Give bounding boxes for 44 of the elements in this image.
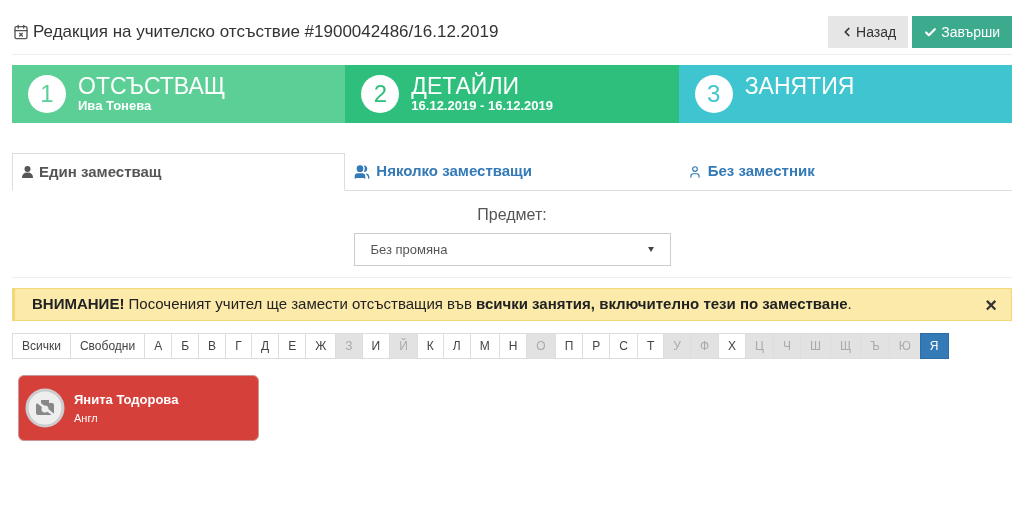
letter-filter[interactable]: В xyxy=(198,333,227,359)
tab[interactable]: Няколко заместващи xyxy=(345,153,679,190)
letter-filter[interactable]: Всички xyxy=(12,333,71,359)
calendar-icon xyxy=(13,24,29,40)
step-number: 2 xyxy=(361,75,400,113)
step-subtitle: Ива Тонева xyxy=(78,99,152,113)
step-title: ЗАНЯТИЯ xyxy=(744,73,855,99)
step-title: ОТСЪСТВАЩ xyxy=(78,73,226,99)
letter-filter[interactable]: Г xyxy=(225,333,253,359)
letter-filter[interactable]: Б xyxy=(171,333,199,359)
letter-filter[interactable]: С xyxy=(609,333,638,359)
close-button[interactable]: × xyxy=(985,294,997,315)
letter-filter[interactable]: А xyxy=(144,333,173,359)
letter-filter[interactable]: М xyxy=(469,333,500,359)
users-icon xyxy=(354,163,371,180)
teacher-card[interactable]: Янита Тодорова Англ xyxy=(18,375,259,441)
subject-select[interactable]: Без промяна xyxy=(353,233,671,266)
letter-filter[interactable]: Свободни xyxy=(69,333,146,359)
check-icon xyxy=(924,25,938,39)
step-number: 1 xyxy=(28,75,66,113)
page-title: Редакция на учителско отсъствие #1900042486/16.12.2019 xyxy=(33,21,499,44)
letter-filter[interactable]: Е xyxy=(278,333,307,359)
letter-filter[interactable]: К xyxy=(416,333,444,359)
letter-filter[interactable]: Л xyxy=(442,333,471,359)
teacher-subject: Англ xyxy=(74,410,99,426)
back-button[interactable]: Назад xyxy=(828,16,909,48)
dropdown-caret-icon xyxy=(647,247,654,252)
letter-filter[interactable]: Я xyxy=(919,333,949,359)
step-number: 3 xyxy=(694,75,733,113)
no-photo-icon xyxy=(25,388,65,428)
step-title: ДЕТАЙЛИ xyxy=(411,73,521,99)
letter-filter[interactable]: Р xyxy=(582,333,611,359)
tab[interactable]: Без заместник xyxy=(678,153,1012,190)
user-icon xyxy=(22,166,33,178)
teacher-name: Янита Тодорова xyxy=(74,391,179,409)
user-icon xyxy=(687,164,702,179)
subject-label: Предмет: xyxy=(477,205,547,225)
tab[interactable]: Един заместващ xyxy=(12,153,346,191)
letter-filter[interactable]: Т xyxy=(637,333,665,359)
letter-filter[interactable]: Х xyxy=(718,333,747,359)
alert-text: ВНИМАНИЕ! Посоченият учител ще замести отсъстващия във всички занятия, включително тези по заместване. xyxy=(32,294,852,315)
step-subtitle: 16.12.2019 - 16.12.2019 xyxy=(411,99,553,113)
letter-filter[interactable]: Д xyxy=(251,333,280,359)
letter-filter[interactable]: Ж xyxy=(305,333,337,359)
